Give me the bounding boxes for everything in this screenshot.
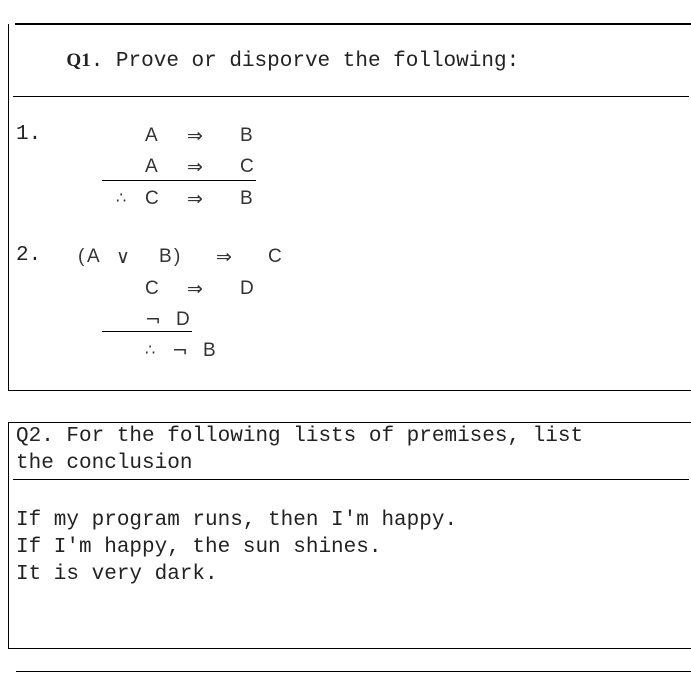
premise-2-left: A xyxy=(145,156,158,177)
inference-rule-line xyxy=(102,180,256,181)
implies-icon: ⇒ xyxy=(187,188,203,210)
or-icon: ∨ xyxy=(116,246,130,268)
q2-title-line-2: the conclusion xyxy=(16,452,193,475)
q1-title-text: . Prove or disporve the following: xyxy=(90,50,520,73)
q2-title-separator xyxy=(13,479,689,480)
close-paren: ) xyxy=(174,246,181,267)
problem-number: 2. xyxy=(16,244,42,267)
premise-1-right: B xyxy=(240,125,253,146)
problem-number: 1. xyxy=(16,123,42,146)
q1-title-separator xyxy=(13,96,689,97)
q2-bottom-border xyxy=(8,648,691,649)
conclusion-right: B xyxy=(240,188,253,209)
premise-1-left: A xyxy=(145,125,158,146)
q1-bottom-border xyxy=(8,390,691,391)
q2-top-border xyxy=(8,422,691,423)
premise-1-b: B xyxy=(159,246,172,267)
premise-2-right: C xyxy=(240,156,254,177)
implies-icon: ⇒ xyxy=(187,156,203,178)
not-icon: ¬ xyxy=(172,340,188,362)
not-icon: ¬ xyxy=(145,309,161,331)
q1-label: Q1 xyxy=(66,50,91,71)
implies-icon: ⇒ xyxy=(187,125,203,147)
therefore-icon: ∴ xyxy=(116,188,127,207)
premise-1-a: A xyxy=(87,246,100,267)
implies-icon: ⇒ xyxy=(216,246,232,268)
therefore-icon: ∴ xyxy=(145,340,156,359)
q2-title-line-1: Q2. For the following lists of premises,… xyxy=(16,425,584,448)
q1-left-border xyxy=(8,24,9,391)
implies-icon: ⇒ xyxy=(187,278,203,300)
premise-2-right: D xyxy=(240,278,254,299)
q2-left-border xyxy=(8,422,9,649)
premise-line: If I'm happy, the sun shines. xyxy=(16,536,382,559)
conclusion-left: C xyxy=(145,188,159,209)
q1-title: Q1. Prove or disporve the following: xyxy=(16,27,519,96)
premise-line: It is very dark. xyxy=(16,563,218,586)
open-paren: ( xyxy=(78,246,85,267)
premise-2-left: C xyxy=(145,278,159,299)
premise-line: If my program runs, then I'm happy. xyxy=(16,509,458,532)
inference-rule-line xyxy=(102,331,192,332)
page-bottom-divider xyxy=(16,671,691,672)
premise-3-right: D xyxy=(176,309,190,330)
premise-1-right: C xyxy=(268,246,282,267)
q1-top-border xyxy=(15,23,691,25)
conclusion-right: B xyxy=(203,340,216,361)
